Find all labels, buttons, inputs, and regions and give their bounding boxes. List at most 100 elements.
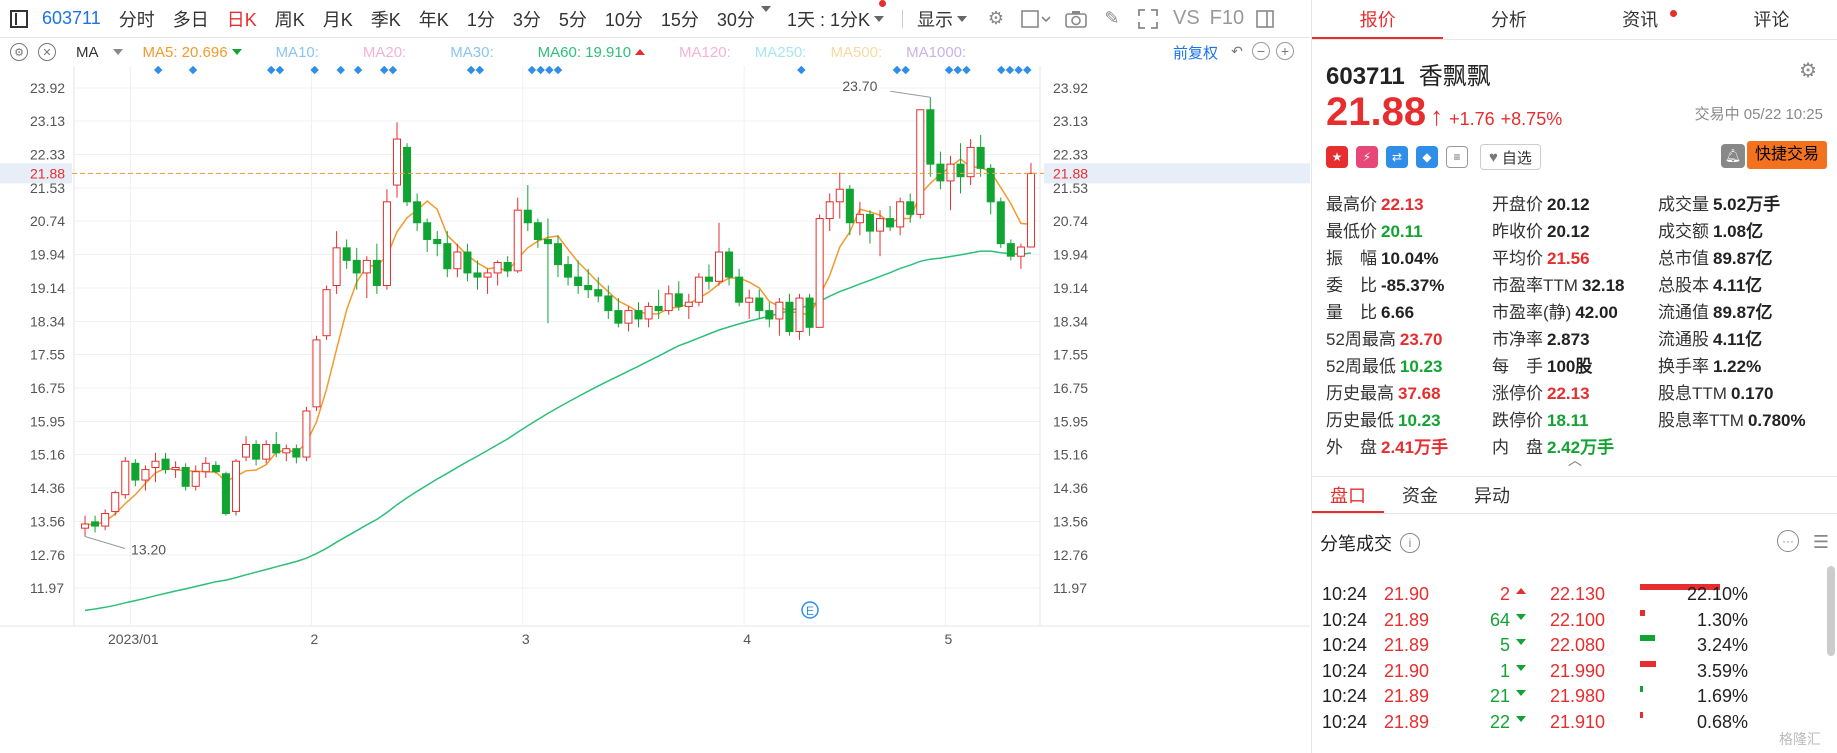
f10-button[interactable]: F10	[1210, 7, 1244, 30]
panel-tab[interactable]: 报价	[1312, 0, 1444, 39]
event-marker-icon	[336, 66, 345, 75]
candle-body	[201, 462, 210, 473]
more-icon[interactable]: ···	[1777, 530, 1799, 552]
panel-toggle-icon[interactable]	[10, 9, 28, 28]
trade-time: 10:24	[1322, 584, 1368, 604]
bell-icon[interactable]: 🔔︎	[1721, 144, 1745, 168]
panel-tab[interactable]: 分析	[1443, 0, 1574, 39]
undo-icon[interactable]: ↶	[1228, 42, 1246, 60]
pencil-icon[interactable]: ✎	[1101, 8, 1123, 30]
ma250-value: MA250:	[754, 43, 807, 61]
period-tab[interactable]: 5分	[559, 6, 587, 32]
display-dropdown[interactable]: 显示	[917, 6, 967, 32]
sub-tab[interactable]: 资金	[1384, 477, 1456, 513]
quote-stat-label: 昨收价	[1492, 222, 1543, 241]
candle-body	[533, 222, 542, 240]
shuffle-icon[interactable]: ⇄	[1386, 146, 1408, 168]
vs-compare-button[interactable]: VS	[1173, 7, 1200, 30]
watchlist-label: 自选	[1501, 149, 1532, 167]
ma10-value: MA10:	[275, 43, 319, 61]
trade-ratio: 22.10%	[1686, 584, 1748, 604]
candle-body	[221, 473, 230, 515]
list-view-icon[interactable]: ☰	[1813, 532, 1829, 553]
camera-icon[interactable]	[1065, 8, 1087, 30]
add-watchlist-button[interactable]: ♥ 自选	[1480, 144, 1541, 170]
quote-stat: 流通值 89.87亿	[1658, 298, 1836, 322]
candle-body	[604, 295, 613, 312]
period-tab[interactable]: 日K	[227, 6, 257, 32]
period-tab[interactable]: 分时	[119, 6, 155, 32]
sub-tab[interactable]: 盘口	[1312, 477, 1384, 513]
info-icon[interactable]: i	[1400, 533, 1420, 553]
event-e-label: E	[806, 604, 814, 618]
range-dropdown[interactable]: 1天 : 1分K	[787, 0, 886, 32]
trade-volume: 1	[1499, 660, 1510, 681]
quote-stat: 每 手 100股	[1492, 352, 1658, 376]
period-tab[interactable]: 3分	[513, 6, 541, 32]
period-tab[interactable]: 15分	[661, 6, 699, 32]
panel-tab[interactable]: 资讯	[1575, 0, 1706, 39]
adjust-mode-button[interactable]: 前复权	[1173, 42, 1218, 63]
quote-stat-value: 100股	[1547, 357, 1593, 376]
trade-ratio: 3.59%	[1696, 660, 1748, 681]
quote-stat-value: 89.87亿	[1713, 249, 1773, 268]
period-tab[interactable]: 多日	[173, 6, 209, 32]
gear-icon[interactable]: ⚙	[985, 8, 1007, 30]
trade-volume: 64	[1489, 609, 1510, 630]
tag-icon[interactable]: ◆	[1416, 146, 1438, 168]
gear-icon[interactable]: ⚙	[1799, 58, 1817, 83]
chevron-down-icon	[873, 15, 884, 22]
y-tick-label-left: 20.74	[30, 213, 65, 229]
candle-body	[372, 259, 381, 286]
quote-stat-label: 内 盘	[1492, 438, 1543, 457]
period-tab[interactable]: 1分	[467, 6, 495, 32]
candle-body	[795, 297, 804, 333]
close-icon[interactable]: ✕	[38, 43, 56, 61]
app-root: 603711 分时 多日 日K 周K 月K 季K 年K 1分 3分 5分 10分 15分 30分 1天 …	[0, 0, 1837, 753]
chevron-up-icon[interactable]: ︿	[1568, 450, 1582, 470]
period-tab[interactable]: 30分	[717, 6, 755, 32]
period-tab[interactable]: 季K	[371, 6, 401, 32]
trade-volume: 21	[1489, 686, 1510, 706]
event-marker-icon	[475, 66, 485, 75]
ma5-down-arrow-icon	[231, 49, 242, 55]
period-tab[interactable]: 10分	[605, 6, 643, 32]
gear-icon[interactable]: ⚙	[10, 43, 28, 61]
lightning-icon[interactable]: ⚡	[1356, 146, 1378, 168]
quote-stat-label: 涨停价	[1492, 384, 1543, 403]
zoom-in-icon[interactable]: +	[1276, 42, 1294, 60]
panel-tab[interactable]: 评论	[1706, 0, 1837, 39]
quote-stat-value: 4.11亿	[1713, 330, 1763, 349]
kline-chart[interactable]: 23.92 23.9223.13 23.1322.33 22.3321.53 21.53…	[0, 66, 1310, 753]
candle-body	[926, 109, 935, 165]
candle-body	[503, 261, 512, 272]
sidebar-toggle-icon[interactable]	[1254, 8, 1276, 30]
trades-scrollbar[interactable]	[1827, 566, 1835, 656]
stock-code-selector[interactable]: 603711	[42, 8, 101, 29]
indicator-selector[interactable]: MA	[76, 44, 123, 61]
trade-ratio-bar	[1640, 660, 1656, 667]
flag-cn-icon[interactable]: ★	[1326, 146, 1348, 168]
y-tick-label-right: 19.94	[1053, 247, 1088, 263]
candle-body	[714, 251, 724, 282]
note-icon[interactable]: ≡	[1446, 146, 1468, 168]
period-tab[interactable]: 年K	[419, 6, 449, 32]
y-tick-label-right: 22.33	[1053, 147, 1088, 163]
candle-body	[956, 163, 965, 178]
candle-body	[242, 443, 251, 458]
sub-tab[interactable]: 异动	[1456, 477, 1528, 513]
stock-tags-row: ★ ⚡ ⇄ ◆ ≡ ♥ 自选	[1326, 144, 1541, 170]
quick-trade-button[interactable]: 快捷交易	[1746, 141, 1827, 169]
fullscreen-icon[interactable]	[1137, 8, 1159, 30]
quote-stat-label: 历史最高	[1326, 384, 1394, 403]
period-tab[interactable]: 周K	[275, 6, 305, 32]
candle-body	[141, 469, 150, 481]
candle-body	[513, 209, 522, 272]
quote-stat: 平均价 21.56	[1492, 244, 1658, 268]
zoom-out-icon[interactable]: −	[1252, 42, 1270, 60]
quote-stat-value: 20.12	[1547, 195, 1590, 214]
trade-ratio-bar	[1640, 609, 1645, 616]
rectangle-tool-icon[interactable]	[1021, 8, 1051, 30]
period-tab[interactable]: 月K	[323, 6, 353, 32]
candle-body	[342, 247, 351, 261]
